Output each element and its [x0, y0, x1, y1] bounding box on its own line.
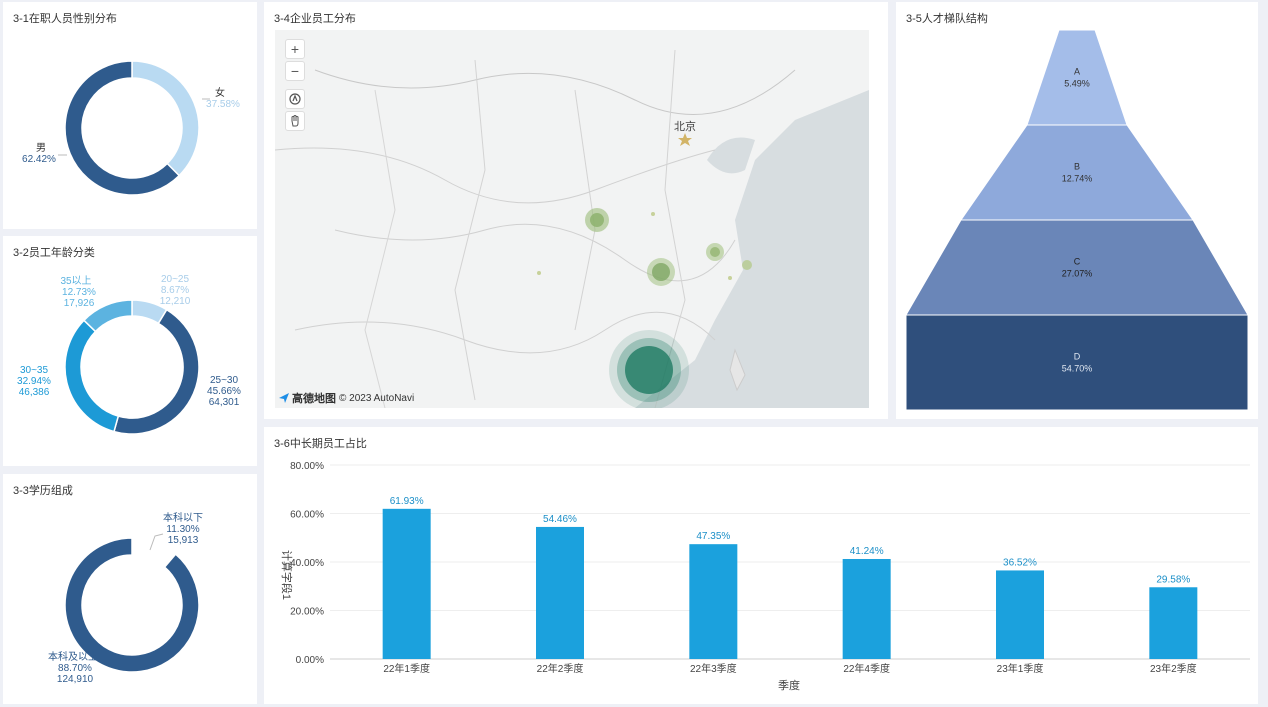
bar[interactable]: [382, 508, 431, 659]
bar-value-label: 41.24%: [850, 546, 884, 557]
age-count-35: 17,926: [64, 298, 95, 309]
edu-count-below: 15,913: [168, 535, 199, 546]
gender-label-male: 男: [36, 142, 46, 154]
age-pct-25-30: 45.66%: [207, 386, 241, 397]
zoom-out-button[interactable]: −: [285, 61, 305, 81]
age-count-30-35: 46,386: [19, 387, 50, 398]
funnel-level-A[interactable]: [1026, 29, 1128, 126]
y-tick-label: 0.00%: [296, 655, 324, 666]
funnel-level-pct: 54.70%: [1062, 364, 1093, 374]
funnel-level-pct: 5.49%: [1064, 79, 1090, 89]
bar-value-label: 36.52%: [1003, 557, 1037, 568]
bar-value-label: 47.35%: [696, 531, 730, 542]
age-donut-chart: 20~25 8.67% 12,210 25~30 45.66% 64,301 3…: [17, 274, 241, 435]
edu-label-above: 本科及以上: [48, 650, 98, 663]
chart-xlabel: 季度: [778, 678, 800, 692]
zoom-in-button[interactable]: +: [285, 39, 305, 59]
funnel-level-pct: 12.74%: [1062, 174, 1093, 184]
gender-panel: 3-1在职人员性别分布 女 37.58% 男 62.42%: [3, 2, 257, 229]
funnel-panel: 3-5人才梯队结构 A 5.49% B 12.74% C 27.07% D 54.70%: [896, 2, 1258, 419]
funnel-level-C[interactable]: [905, 219, 1249, 316]
x-tick-label: 23年2季度: [1150, 662, 1197, 675]
map-canvas: 北京: [275, 49, 869, 408]
x-tick-label: 22年4季度: [843, 662, 890, 675]
amap-logo-icon: [279, 393, 289, 403]
gender-donut-chart: 女 37.58% 男 62.42%: [22, 60, 240, 196]
age-count-20-25: 12,210: [160, 296, 191, 307]
y-tick-label: 80.00%: [290, 461, 324, 472]
edu-pct-above: 88.70%: [58, 663, 92, 674]
funnel-level-B[interactable]: [960, 124, 1194, 221]
edu-pct-below: 11.30%: [166, 524, 199, 535]
gender-slice-0[interactable]: [131, 60, 200, 177]
bar[interactable]: [842, 558, 891, 659]
funnel-level-label: D: [1074, 352, 1081, 362]
funnel-level-pct: 27.07%: [1062, 269, 1093, 279]
map-attribution: 高德地图 © 2023 AutoNavi: [279, 390, 414, 406]
y-tick-label: 60.00%: [290, 510, 324, 521]
edu-donut-chart: 本科以下 11.30% 15,913 本科及以上 88.70% 124,910: [48, 511, 203, 685]
hand-icon[interactable]: [285, 111, 305, 131]
bar-value-label: 54.46%: [543, 514, 577, 525]
age-label-20-25: 20~25: [161, 274, 190, 285]
map-view[interactable]: 北京 + − 高德地图 © 2023 AutoNavi: [275, 30, 869, 408]
funnel-level-label: A: [1074, 67, 1080, 77]
bar-chart: 计算字段1 季度 0.00%20.00%40.00%60.00%80.00%61…: [280, 461, 1250, 692]
funnel-level-D[interactable]: [905, 314, 1249, 411]
map-panel: 3-4企业员工分布 北京 + − 高德地图 © 2023 AutoNavi: [264, 2, 888, 419]
map-brand: 高德地图: [292, 393, 336, 405]
edu-panel: 3-3学历组成 本科以下 11.30% 15,913 本科及以上 88.70% …: [3, 474, 257, 704]
funnel-chart: A 5.49% B 12.74% C 27.07% D 54.70%: [905, 29, 1249, 411]
age-pct-20-25: 8.67%: [161, 285, 189, 296]
y-tick-label: 40.00%: [290, 558, 324, 569]
x-tick-label: 22年2季度: [537, 662, 584, 675]
age-pct-35: 12.73%: [62, 287, 96, 298]
age-panel: 3-2员工年龄分类 20~25 8.67% 12,210 25~30 45.66…: [3, 236, 257, 466]
bar-value-label: 61.93%: [390, 496, 424, 507]
x-tick-label: 23年1季度: [997, 662, 1044, 675]
panel-title: 3-4企业员工分布: [274, 13, 356, 25]
x-tick-label: 22年1季度: [383, 662, 430, 675]
edu-label-below: 本科以下: [163, 511, 203, 524]
age-pct-30-35: 32.94%: [17, 376, 51, 387]
funnel-level-label: B: [1074, 162, 1080, 172]
gender-pct-male: 62.42%: [22, 154, 56, 165]
bar[interactable]: [1149, 587, 1198, 659]
bar-value-label: 29.58%: [1156, 574, 1190, 585]
funnel-level-label: C: [1074, 257, 1081, 267]
gender-label-female: 女: [215, 86, 225, 99]
y-tick-label: 20.00%: [290, 607, 324, 618]
bar[interactable]: [536, 526, 584, 659]
age-slice-2[interactable]: [64, 319, 120, 433]
compass-icon[interactable]: [285, 89, 305, 109]
map-city-label: 北京: [674, 119, 696, 133]
gender-pct-female: 37.58%: [206, 99, 240, 110]
map-copyright: © 2023 AutoNavi: [339, 392, 415, 404]
age-label-30-35: 30~35: [20, 365, 49, 376]
bar[interactable]: [689, 544, 738, 659]
bar[interactable]: [996, 570, 1044, 659]
bar-panel: 3-6中长期员工占比 计算字段1 季度 0.00% 20.00% 40.00% 60.…: [264, 427, 1258, 704]
age-label-35: 35以上: [60, 275, 91, 287]
age-label-25-30: 25~30: [210, 375, 239, 386]
age-count-25-30: 64,301: [209, 397, 240, 408]
edu-count-above: 124,910: [57, 674, 94, 685]
age-slice-1[interactable]: [113, 308, 200, 435]
x-tick-label: 22年3季度: [690, 662, 737, 675]
